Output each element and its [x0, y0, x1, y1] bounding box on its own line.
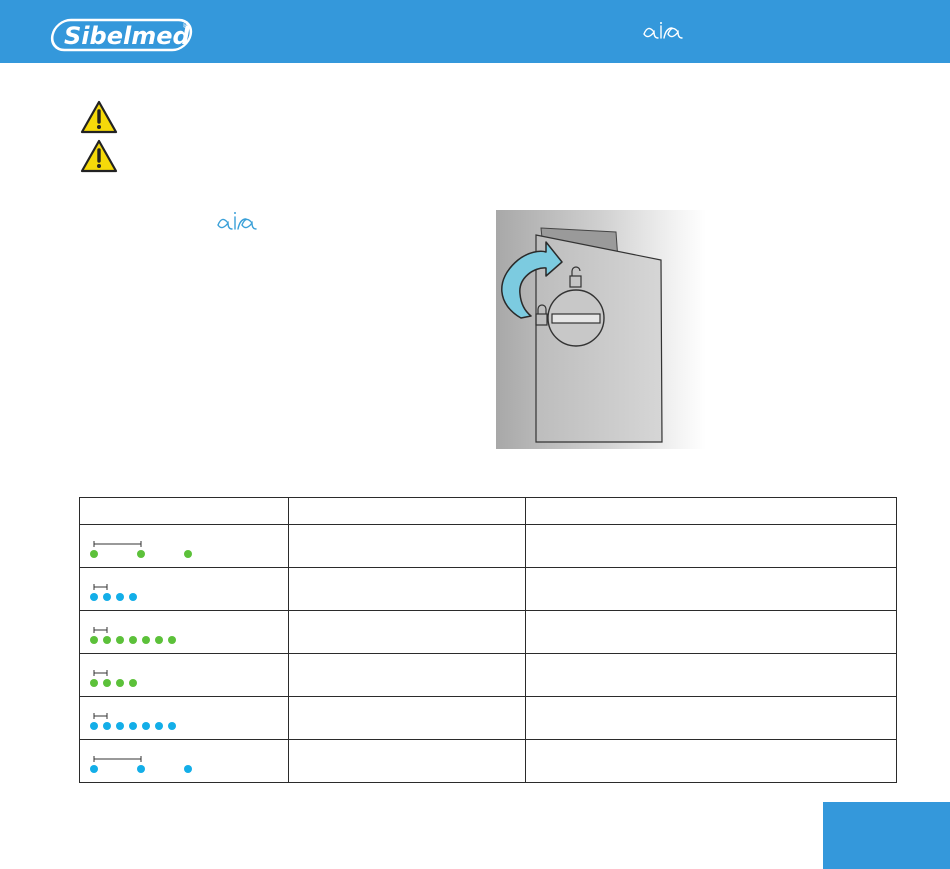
led-blink-dot [137, 765, 145, 773]
interval-bracket [93, 627, 108, 633]
led-blink-dot [184, 765, 192, 773]
led-blink-dot [90, 765, 98, 773]
svg-text:Sibelmed: Sibelmed [64, 22, 190, 50]
table-cell [288, 524, 526, 568]
led-blink-pattern [80, 697, 288, 739]
sibelmed-logo: Sibelmed ® [50, 18, 193, 52]
table-cell [524, 524, 898, 568]
led-blink-dot [142, 636, 150, 644]
column-header [78, 497, 290, 525]
table-row [78, 653, 898, 697]
led-blink-dot [155, 722, 163, 730]
table-header-row [78, 497, 898, 525]
svg-text:®: ® [182, 22, 189, 30]
led-blink-dot [129, 679, 137, 687]
table-row [78, 567, 898, 611]
led-blink-dot [90, 550, 98, 558]
led-blink-dot [90, 636, 98, 644]
led-blink-pattern [80, 654, 288, 696]
led-blink-dot [137, 550, 145, 558]
warning-triangle-icon [80, 139, 118, 173]
led-status-table [78, 497, 898, 783]
interval-bracket [93, 670, 108, 676]
table-cell [288, 610, 526, 654]
led-blink-dot [116, 679, 124, 687]
battery-cover-figure [496, 210, 706, 449]
led-blink-pattern [80, 611, 288, 653]
led-blink-dot [103, 722, 111, 730]
aira-body-logo [217, 212, 257, 230]
led-blink-dot [90, 679, 98, 687]
led-blink-dot [90, 722, 98, 730]
led-blink-dot [116, 722, 124, 730]
led-blink-pattern [80, 740, 288, 782]
table-row [78, 524, 898, 568]
table-cell [524, 739, 898, 783]
interval-bracket [93, 541, 142, 547]
table-cell [524, 610, 898, 654]
led-blink-dot [129, 722, 137, 730]
led-blink-dot [168, 636, 176, 644]
table-cell [524, 653, 898, 697]
table-cell [288, 653, 526, 697]
table-cell [288, 567, 526, 611]
led-blink-dot [129, 636, 137, 644]
column-header [288, 497, 526, 525]
page-header: Sibelmed ® [0, 0, 950, 63]
table-cell [288, 739, 526, 783]
led-blink-dot [116, 636, 124, 644]
interval-bracket [93, 584, 108, 590]
table-row [78, 696, 898, 740]
warning-triangle-icon [80, 100, 118, 134]
table-row [78, 610, 898, 654]
led-blink-dot [103, 636, 111, 644]
led-blink-dot [116, 593, 124, 601]
led-blink-dot [90, 593, 98, 601]
led-blink-pattern [80, 568, 288, 610]
page-number-tab [823, 802, 950, 869]
table-cell [524, 567, 898, 611]
table-cell [288, 696, 526, 740]
column-header [524, 497, 898, 525]
led-blink-dot [103, 679, 111, 687]
led-blink-pattern [80, 525, 288, 567]
led-blink-dot [168, 722, 176, 730]
interval-bracket [93, 713, 108, 719]
led-blink-dot [155, 636, 163, 644]
table-cell [524, 696, 898, 740]
interval-bracket [93, 756, 142, 762]
aira-header-logo [643, 22, 683, 39]
table-row [78, 739, 898, 783]
led-blink-dot [103, 593, 111, 601]
led-blink-dot [142, 722, 150, 730]
led-blink-dot [129, 593, 137, 601]
led-blink-dot [184, 550, 192, 558]
